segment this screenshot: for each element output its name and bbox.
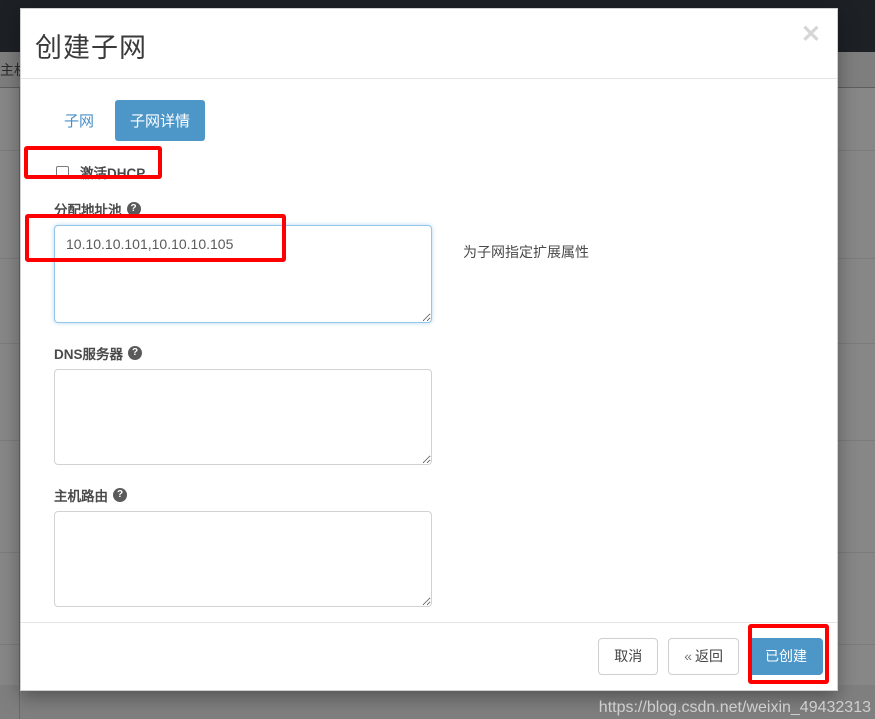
checkbox-enable-dhcp[interactable] bbox=[56, 165, 69, 179]
modal-help-text: 为子网指定扩展属性 bbox=[463, 244, 589, 260]
dns-servers-label: DNS服务器 bbox=[54, 347, 124, 362]
host-routes-input[interactable] bbox=[54, 511, 432, 607]
close-icon[interactable]: ✕ bbox=[801, 23, 821, 47]
modal-tabs: 子网 子网详情 bbox=[49, 100, 206, 141]
field-allocation-pool: 分配地址池 ? bbox=[54, 199, 434, 323]
help-icon[interactable]: ? bbox=[113, 488, 127, 502]
watermark: https://blog.csdn.net/weixin_49432313 bbox=[598, 699, 871, 716]
cancel-button[interactable]: 取消 bbox=[598, 638, 659, 675]
field-dns-servers: DNS服务器 ? bbox=[54, 343, 434, 465]
create-button[interactable]: 已创建 bbox=[749, 638, 823, 675]
modal-footer: 取消 «返回 已创建 bbox=[21, 622, 837, 690]
help-icon[interactable]: ? bbox=[128, 346, 143, 360]
field-host-routes: 主机路由 ? bbox=[54, 485, 434, 607]
modal-header: 创建子网 ✕ bbox=[21, 9, 837, 79]
create-subnet-modal: 创建子网 ✕ 子网 子网详情 激活DHCP 分配地址池 ? DNS服务器 bbox=[20, 8, 838, 691]
tab-subnet[interactable]: 子网 bbox=[49, 100, 109, 141]
help-icon[interactable]: ? bbox=[126, 202, 141, 216]
allocation-pool-label: 分配地址池 bbox=[54, 203, 122, 218]
page-title: 创建子网 bbox=[35, 33, 147, 63]
host-routes-label-row: 主机路由 ? bbox=[54, 485, 434, 505]
tab-subnet-details[interactable]: 子网详情 bbox=[115, 100, 206, 141]
dns-servers-label-row: DNS服务器 ? bbox=[54, 343, 434, 363]
dns-servers-input[interactable] bbox=[54, 369, 432, 465]
host-routes-label: 主机路由 bbox=[54, 489, 108, 504]
modal-body: 子网 子网详情 激活DHCP 分配地址池 ? DNS服务器 ? bbox=[21, 79, 837, 622]
back-button[interactable]: «返回 bbox=[668, 638, 739, 675]
chevron-left-icon: « bbox=[684, 648, 692, 665]
back-button-label: 返回 bbox=[695, 648, 723, 665]
allocation-pool-label-row: 分配地址池 ? bbox=[54, 199, 434, 219]
dhcp-checkbox-label: 激活DHCP bbox=[80, 166, 146, 181]
allocation-pool-input[interactable] bbox=[54, 225, 432, 323]
subnet-details-form: 激活DHCP 分配地址池 ? DNS服务器 ? 主机路由 ? bbox=[54, 163, 434, 627]
dhcp-checkbox-row[interactable]: 激活DHCP bbox=[56, 163, 434, 181]
